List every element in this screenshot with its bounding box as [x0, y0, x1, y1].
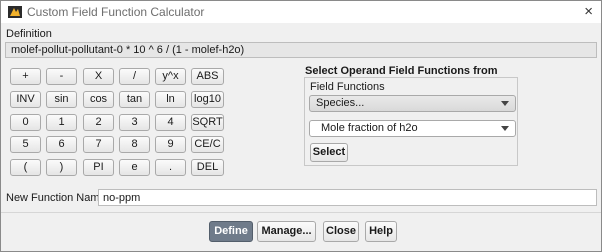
key-2-1[interactable]: 1 — [46, 114, 77, 131]
field-category-value: Species... — [316, 97, 365, 109]
key-1-3[interactable]: tan — [119, 91, 150, 108]
field-quantity-dropdown[interactable]: Mole fraction of h2o — [309, 120, 516, 137]
key-1-0[interactable]: INV — [10, 91, 41, 108]
define-button[interactable]: Define — [209, 221, 253, 242]
select-button[interactable]: Select — [310, 143, 348, 162]
definition-label: Definition — [6, 28, 52, 40]
help-button[interactable]: Help — [365, 221, 397, 242]
calculator-dialog: Custom Field Function Calculator × Defin… — [0, 0, 602, 252]
key-4-0[interactable]: ( — [10, 159, 41, 176]
definition-field[interactable]: molef-pollut-pollutant-0 * 10 ^ 6 / (1 -… — [5, 42, 597, 58]
key-4-2[interactable]: PI — [83, 159, 114, 176]
key-0-5[interactable]: ABS — [191, 68, 224, 85]
key-1-2[interactable]: cos — [83, 91, 114, 108]
app-icon — [8, 6, 22, 18]
chevron-down-icon — [501, 126, 509, 131]
key-0-4[interactable]: y^x — [155, 68, 186, 85]
key-3-2[interactable]: 7 — [83, 136, 114, 153]
key-4-5[interactable]: DEL — [191, 159, 224, 176]
key-2-0[interactable]: 0 — [10, 114, 41, 131]
operand-section-title: Select Operand Field Functions from — [305, 65, 498, 77]
divider — [1, 212, 601, 213]
key-2-5[interactable]: SQRT — [191, 114, 224, 131]
key-3-3[interactable]: 8 — [119, 136, 150, 153]
field-functions-label: Field Functions — [310, 81, 385, 93]
key-3-4[interactable]: 9 — [155, 136, 186, 153]
key-0-3[interactable]: / — [119, 68, 150, 85]
key-2-2[interactable]: 2 — [83, 114, 114, 131]
close-button[interactable]: Close — [323, 221, 359, 242]
field-quantity-value: Mole fraction of h2o — [321, 122, 418, 134]
key-4-3[interactable]: e — [119, 159, 150, 176]
key-1-1[interactable]: sin — [46, 91, 77, 108]
key-0-0[interactable]: + — [10, 68, 41, 85]
key-0-1[interactable]: - — [46, 68, 77, 85]
keypad: + - X / y^x ABS INV sin cos tan ln log10 0 1 2 3 4 SQRT 5 6… — [10, 68, 224, 179]
field-category-dropdown[interactable]: Species... — [309, 95, 516, 112]
key-2-3[interactable]: 3 — [119, 114, 150, 131]
window-title: Custom Field Function Calculator — [27, 5, 205, 19]
key-0-2[interactable]: X — [83, 68, 114, 85]
key-3-1[interactable]: 6 — [46, 136, 77, 153]
title-bar: Custom Field Function Calculator × — [1, 1, 601, 23]
key-3-5[interactable]: CE/C — [191, 136, 224, 153]
chevron-down-icon — [501, 101, 509, 106]
key-1-5[interactable]: log10 — [191, 91, 224, 108]
key-4-1[interactable]: ) — [46, 159, 77, 176]
manage-button[interactable]: Manage... — [257, 221, 316, 242]
key-2-4[interactable]: 4 — [155, 114, 186, 131]
close-icon[interactable]: × — [584, 3, 593, 21]
new-function-name-label: New Function Name — [6, 192, 106, 204]
new-function-name-input[interactable] — [98, 189, 597, 206]
key-4-4[interactable]: . — [155, 159, 186, 176]
key-1-4[interactable]: ln — [155, 91, 186, 108]
key-3-0[interactable]: 5 — [10, 136, 41, 153]
